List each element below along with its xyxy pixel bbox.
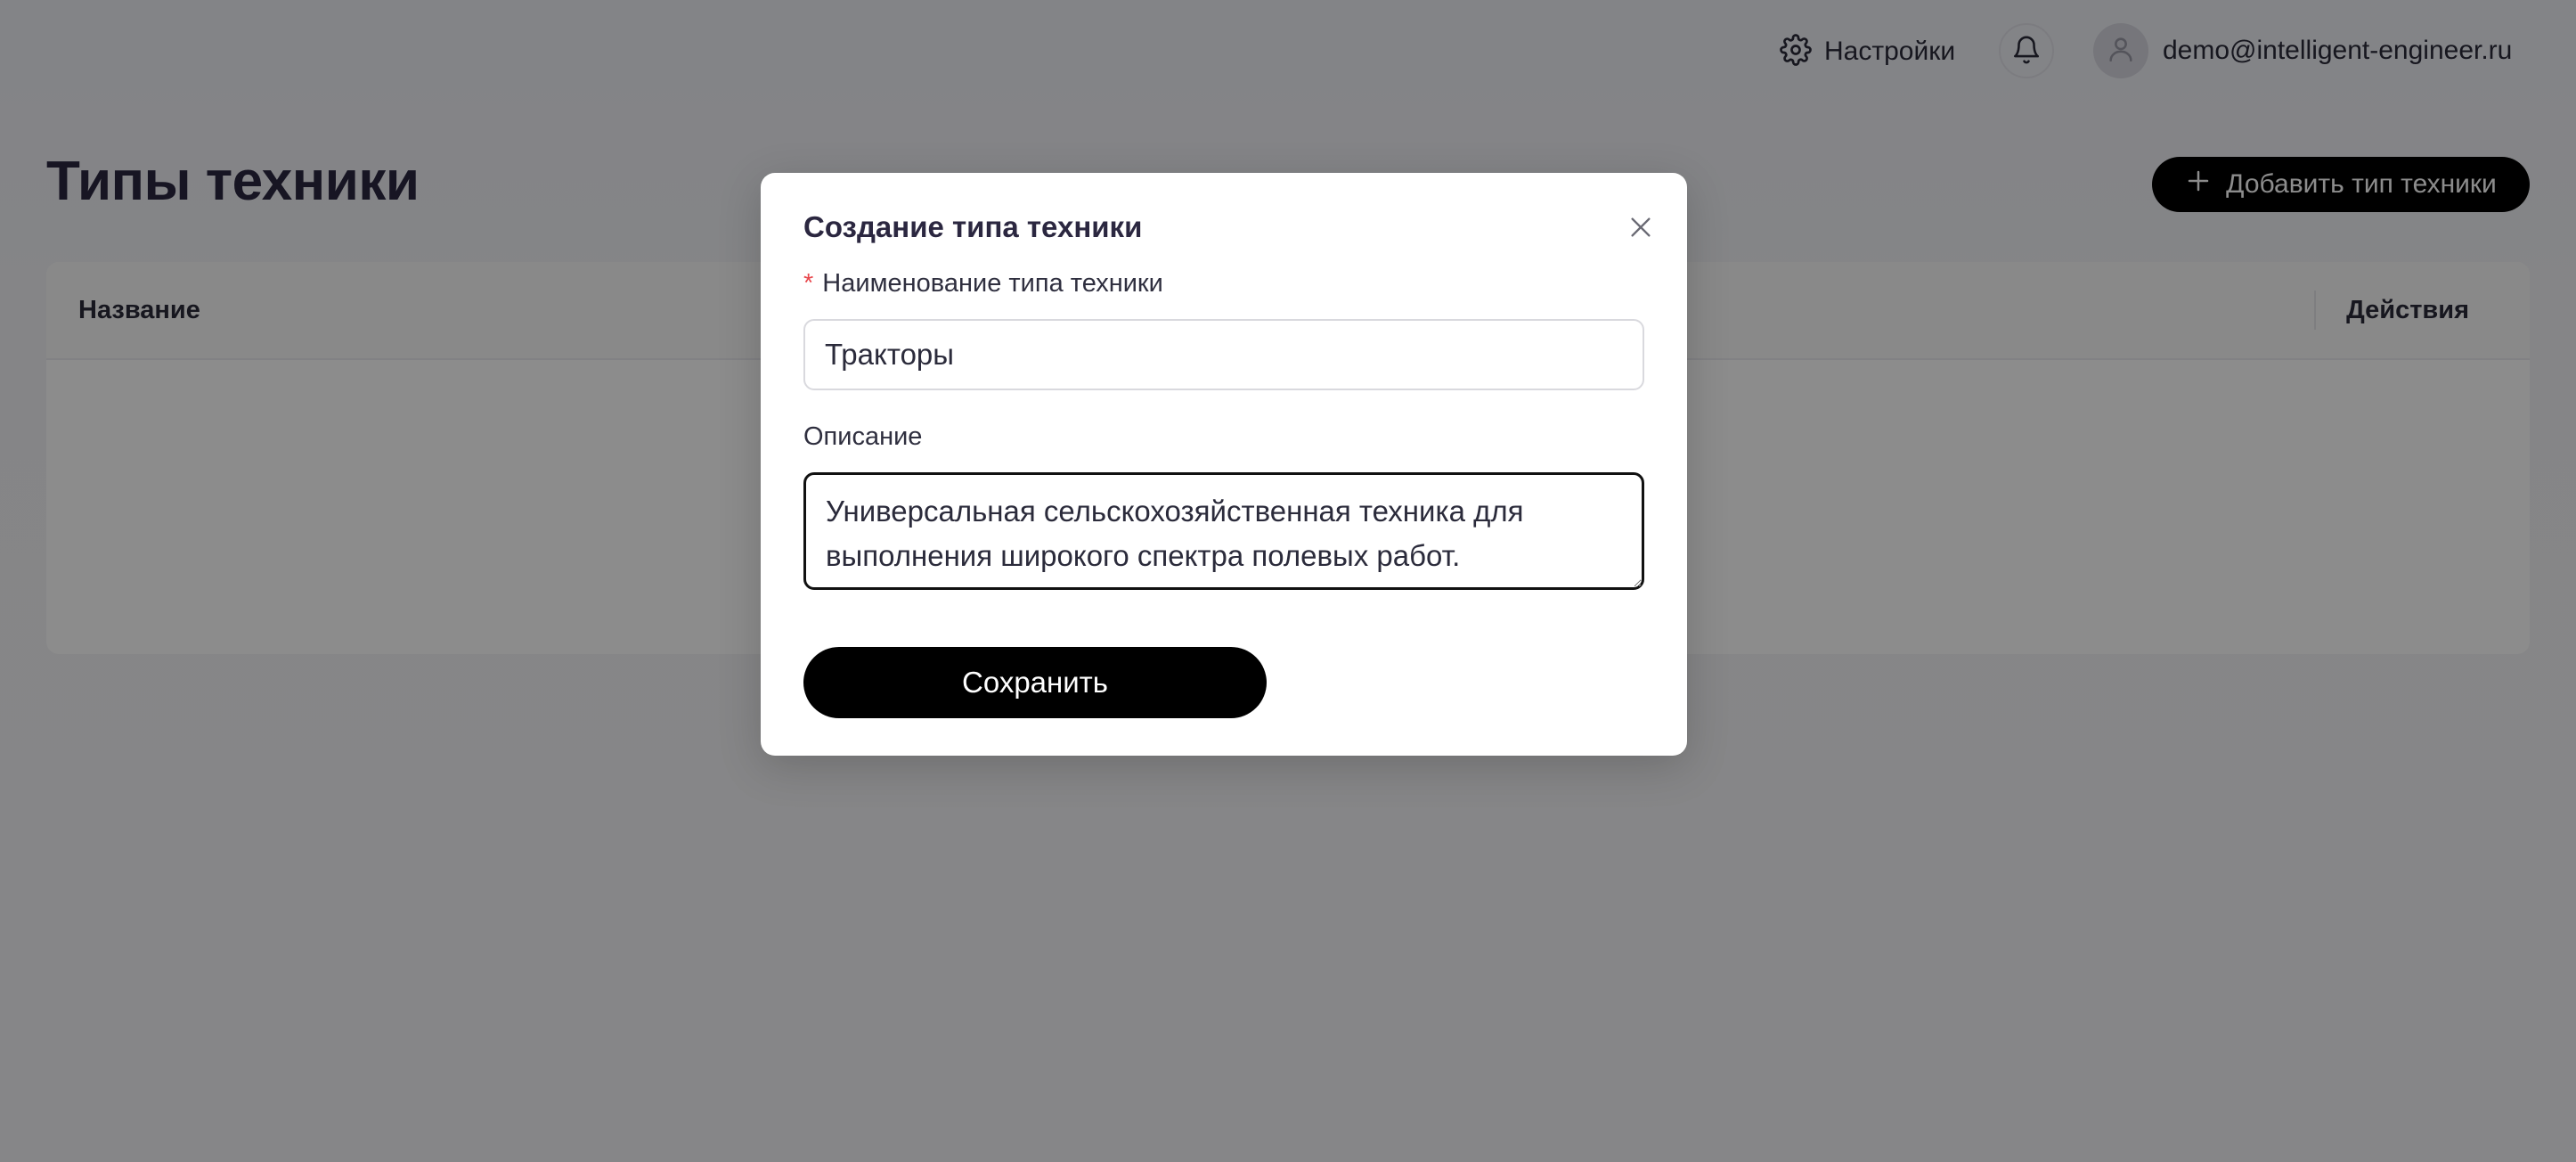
description-field-label: Описание (803, 422, 923, 451)
name-field-label-text: Наименование типа техники (822, 269, 1163, 298)
close-button[interactable] (1618, 205, 1664, 251)
modal-title: Создание типа техники (803, 210, 1143, 243)
description-textarea[interactable]: Универсальная сельскохозяйственная техни… (803, 472, 1644, 590)
save-button[interactable]: Сохранить (803, 647, 1267, 718)
required-mark: * (803, 269, 814, 298)
close-icon (1626, 213, 1655, 244)
name-field-label: * Наименование типа техники (803, 269, 1163, 299)
create-equipment-type-modal: Создание типа техники * Наименование типа… (761, 173, 1687, 756)
name-input[interactable] (803, 319, 1644, 390)
